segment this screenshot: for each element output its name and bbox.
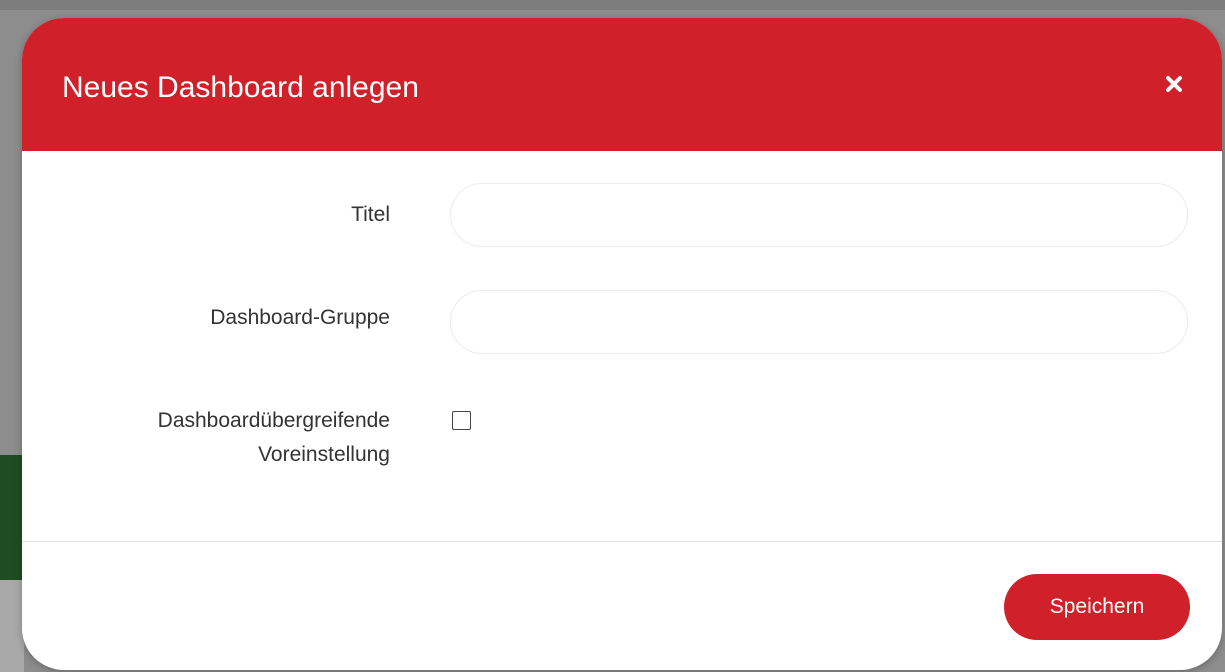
global-default-label-line2: Voreinstellung (258, 443, 390, 466)
dashboard-group-label: Dashboard-Gruppe (210, 306, 390, 329)
title-input[interactable] (450, 183, 1188, 247)
backdrop-light-panel (0, 580, 24, 672)
backdrop-top-strip (0, 0, 1225, 10)
global-default-label-line1: Dashboardübergreifende (157, 409, 390, 432)
global-default-label: Dashboardübergreifende Voreinstellung (158, 404, 390, 472)
backdrop-green-panel (0, 455, 24, 580)
close-icon (1156, 66, 1192, 102)
footer-divider (22, 541, 1222, 542)
dialog-title: Neues Dashboard anlegen (62, 71, 419, 104)
close-button[interactable] (1156, 66, 1192, 102)
dashboard-group-input[interactable] (450, 290, 1188, 354)
save-button[interactable]: Speichern (1004, 574, 1190, 640)
title-label: Titel (351, 203, 390, 226)
global-default-checkbox[interactable] (452, 411, 471, 430)
new-dashboard-dialog: Neues Dashboard anlegen Titel Dashboard-… (22, 18, 1222, 670)
dialog-header: Neues Dashboard anlegen (22, 18, 1222, 151)
